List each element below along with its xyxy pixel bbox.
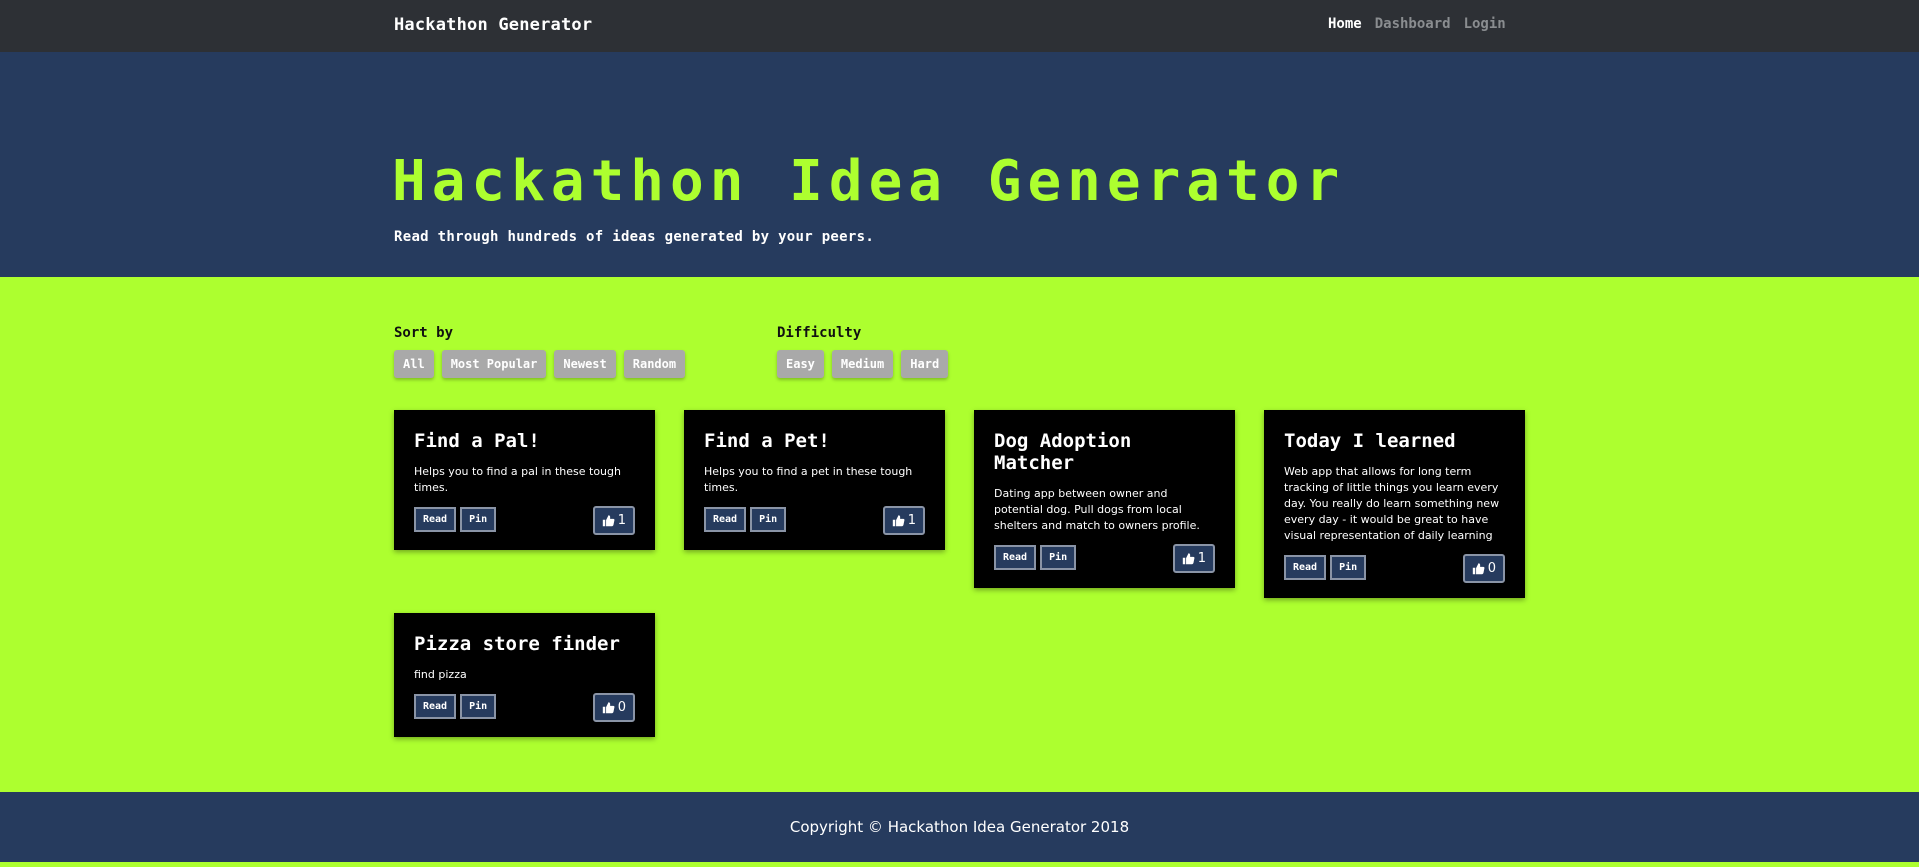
nav-link-home[interactable]: Home — [1328, 16, 1362, 32]
like-count: 1 — [907, 513, 916, 528]
thumbs-up-icon — [602, 702, 615, 714]
page-subtitle: Read through hundreds of ideas generated… — [394, 229, 875, 245]
navbar: Hackathon Generator Home Dashboard Login — [0, 0, 1919, 52]
brand-link[interactable]: Hackathon Generator — [394, 15, 592, 35]
idea-card: Find a Pet! Helps you to find a pet in t… — [684, 410, 945, 550]
idea-title: Find a Pal! — [414, 430, 540, 452]
idea-description: Helps you to find a pal in these tough t… — [414, 465, 621, 494]
nav-link-dashboard[interactable]: Dashboard — [1375, 16, 1451, 32]
nav-links: Home Dashboard Login — [1328, 16, 1519, 32]
like-button[interactable]: 1 — [592, 506, 635, 535]
idea-description: Helps you to find a pet in these tough t… — [704, 465, 913, 494]
footer: Copyright © Hackathon Idea Generator 201… — [0, 792, 1919, 862]
read-button[interactable]: Read — [414, 694, 457, 719]
difficulty-label: Difficulty — [777, 325, 862, 341]
bottom-strip — [0, 862, 1919, 867]
sort-label: Sort by — [394, 325, 454, 341]
thumbs-up-icon — [602, 515, 615, 527]
idea-description: Dating app between owner and potential d… — [994, 487, 1200, 532]
main-content: Sort by All Most Popular Newest Random D… — [0, 277, 1919, 792]
idea-card: Find a Pal! Helps you to find a pal in t… — [394, 410, 655, 550]
like-button[interactable]: 1 — [882, 506, 925, 535]
idea-card: Today I learned Web app that allows for … — [1264, 410, 1525, 598]
page-title: Hackathon Idea Generator — [392, 149, 1346, 214]
difficulty-medium-button[interactable]: Medium — [831, 350, 894, 378]
like-button[interactable]: 1 — [1172, 544, 1215, 573]
difficulty-easy-button[interactable]: Easy — [777, 350, 824, 378]
thumbs-up-icon — [1182, 553, 1195, 565]
like-count: 1 — [617, 513, 626, 528]
idea-title: Pizza store finder — [414, 633, 620, 655]
difficulty-hard-button[interactable]: Hard — [901, 350, 949, 378]
like-count: 1 — [1197, 551, 1206, 566]
read-button[interactable]: Read — [1284, 555, 1327, 580]
read-button[interactable]: Read — [994, 545, 1037, 570]
like-count: 0 — [617, 700, 626, 715]
difficulty-filter: Difficulty Easy Medium Hard — [777, 325, 949, 378]
like-button[interactable]: 0 — [592, 693, 635, 722]
idea-title: Dog Adoption Matcher — [994, 430, 1132, 474]
pin-button[interactable]: Pin — [750, 507, 787, 532]
read-button[interactable]: Read — [414, 507, 457, 532]
like-count: 0 — [1487, 561, 1496, 576]
sort-random-button[interactable]: Random — [623, 350, 686, 378]
pin-button[interactable]: Pin — [1330, 555, 1367, 580]
idea-card: Pizza store finder find pizza Read Pin 0 — [394, 613, 655, 737]
sort-filter: Sort by All Most Popular Newest Random — [394, 325, 686, 378]
hero-banner: Hackathon Idea Generator Read through hu… — [0, 52, 1919, 277]
like-button[interactable]: 0 — [1462, 554, 1505, 583]
idea-description: Web app that allows for long term tracki… — [1284, 465, 1500, 542]
thumbs-up-icon — [892, 515, 905, 527]
idea-description: find pizza — [414, 668, 467, 681]
sort-all-button[interactable]: All — [394, 350, 434, 378]
read-button[interactable]: Read — [704, 507, 747, 532]
pin-button[interactable]: Pin — [1040, 545, 1077, 570]
pin-button[interactable]: Pin — [460, 694, 497, 719]
idea-title: Today I learned — [1284, 430, 1456, 452]
pin-button[interactable]: Pin — [460, 507, 497, 532]
thumbs-up-icon — [1472, 563, 1485, 575]
sort-most-popular-button[interactable]: Most Popular — [441, 350, 547, 378]
sort-newest-button[interactable]: Newest — [554, 350, 616, 378]
idea-title: Find a Pet! — [704, 430, 830, 452]
copyright-text: Copyright © Hackathon Idea Generator 201… — [789, 818, 1130, 836]
nav-link-login[interactable]: Login — [1464, 16, 1506, 32]
idea-card: Dog Adoption Matcher Dating app between … — [974, 410, 1235, 588]
